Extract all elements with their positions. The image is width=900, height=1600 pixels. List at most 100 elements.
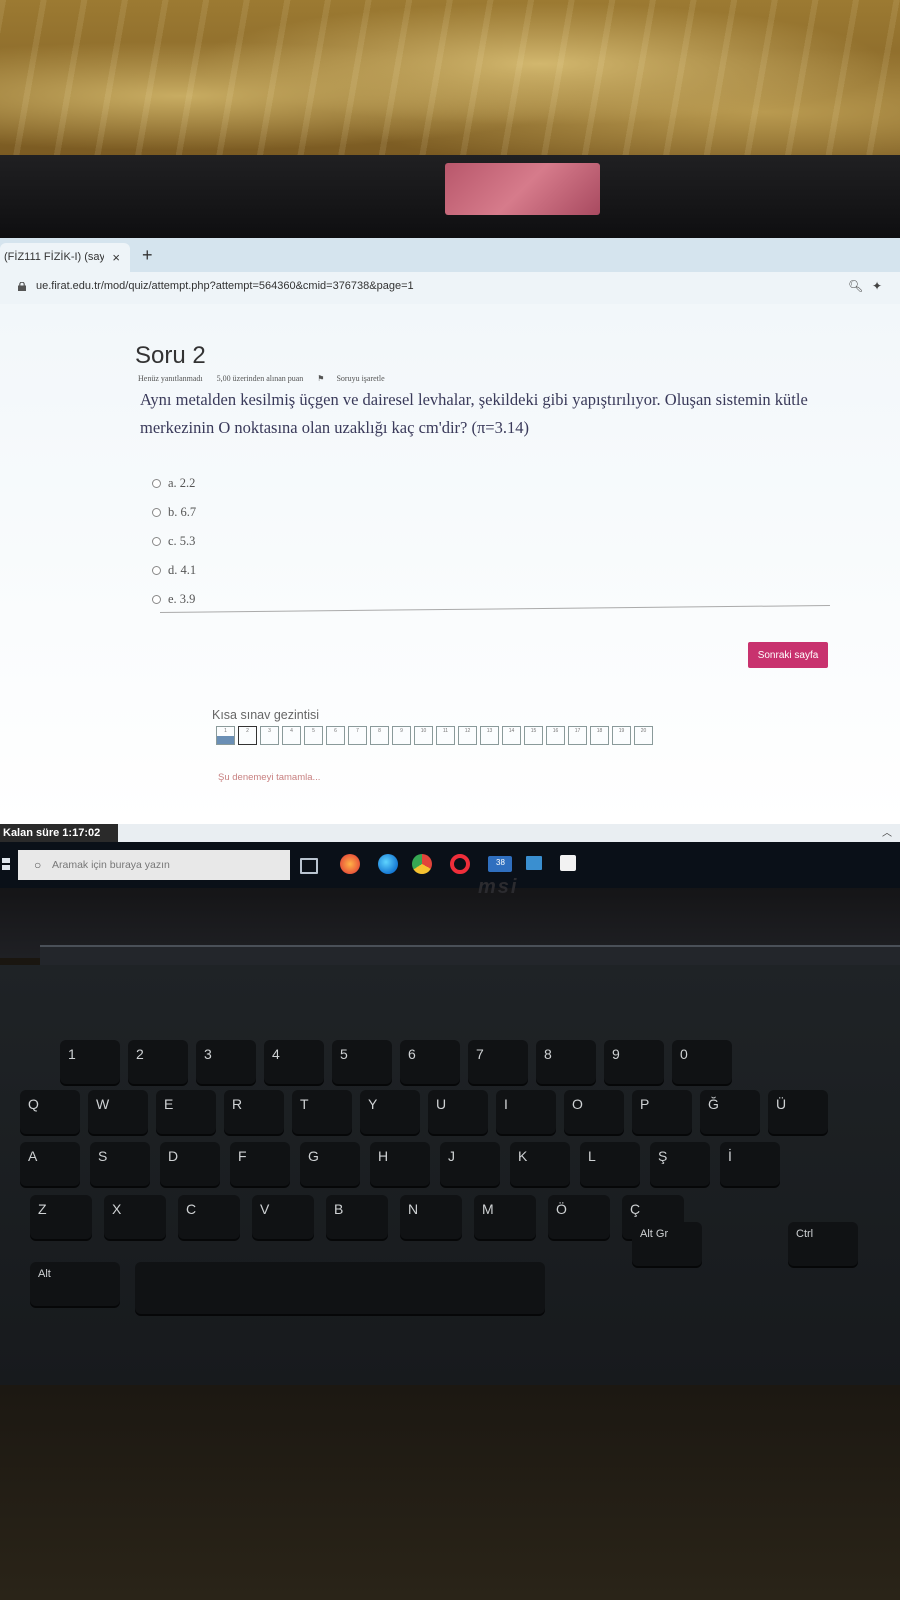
nav-question-button[interactable]: 5 (304, 726, 323, 745)
chrome-icon[interactable] (412, 854, 432, 874)
task-view-icon[interactable] (300, 858, 318, 874)
zoom-icon[interactable]: 🔍︎ (848, 279, 863, 293)
quiz-navigation-heading: Kısa sınav gezintisi (212, 708, 319, 722)
browser-tab-bar: (FİZ111 FİZİK-I) (sayf × + (0, 238, 900, 272)
flag-icon: ⚑ (317, 374, 325, 383)
option-label: b. 6.7 (168, 505, 197, 519)
keyboard-key: 3 (196, 1040, 256, 1084)
keyboard-key: J (440, 1142, 500, 1186)
desk-surface (0, 1385, 900, 1600)
keyboard-key: Ü (768, 1090, 828, 1134)
nav-question-button[interactable]: 16 (546, 726, 565, 745)
radio-icon[interactable] (152, 566, 161, 575)
keyboard-key: F (230, 1142, 290, 1186)
keyboard-key: 0 (672, 1040, 732, 1084)
keyboard-key: M (474, 1195, 536, 1239)
keyboard-key: H (370, 1142, 430, 1186)
close-icon[interactable]: × (112, 243, 120, 272)
keyboard-key: L (580, 1142, 640, 1186)
radio-icon[interactable] (152, 595, 161, 604)
nav-question-button[interactable]: 19 (612, 726, 631, 745)
option-label: d. 4.1 (168, 563, 197, 577)
option-label: a. 2.2 (168, 476, 196, 490)
keyboard-key: V (252, 1195, 314, 1239)
nav-question-button[interactable]: 10 (414, 726, 433, 745)
app-icon[interactable] (526, 856, 542, 870)
nav-question-button[interactable]: 20 (634, 726, 653, 745)
option-c[interactable]: c. 5.3 (152, 527, 196, 556)
radio-icon[interactable] (152, 508, 161, 517)
keyboard-key: Ctrl (788, 1222, 858, 1266)
nav-question-button[interactable]: 6 (326, 726, 345, 745)
keyboard-key: D (160, 1142, 220, 1186)
firefox-icon[interactable] (340, 854, 360, 874)
url-text[interactable]: ue.firat.edu.tr/mod/quiz/attempt.php?att… (36, 280, 414, 292)
radio-icon[interactable] (152, 479, 161, 488)
search-icon: ○ (34, 858, 42, 872)
windows-start-icon[interactable] (2, 858, 10, 870)
status-strip (118, 824, 900, 842)
finish-attempt-link[interactable]: Şu denemeyi tamamla... (218, 772, 320, 783)
option-b[interactable]: b. 6.7 (152, 498, 196, 527)
keyboard-key: E (156, 1090, 216, 1134)
nav-question-button[interactable]: 3 (260, 726, 279, 745)
keyboard-key: C (178, 1195, 240, 1239)
option-d[interactable]: d. 4.1 (152, 556, 196, 585)
option-label: c. 5.3 (168, 534, 196, 548)
edge-icon[interactable] (378, 854, 398, 874)
radio-icon[interactable] (152, 537, 161, 546)
brand-logo: msi (478, 876, 519, 898)
keyboard-key: 8 (536, 1040, 596, 1084)
curtain-pattern (0, 0, 900, 160)
nav-question-button[interactable]: 8 (370, 726, 389, 745)
keyboard-key: G (300, 1142, 360, 1186)
keyboard-key: Ö (548, 1195, 610, 1239)
nav-question-button[interactable]: 15 (524, 726, 543, 745)
keyboard-key: T (292, 1090, 352, 1134)
nav-question-button[interactable]: 7 (348, 726, 367, 745)
question-points: 5,00 üzerinden alınan puan (216, 374, 304, 383)
nav-question-button[interactable]: 2 (238, 726, 257, 745)
time-remaining: Kalan süre 1:17:02 (0, 824, 121, 842)
next-page-button[interactable]: Sonraki sayfa (748, 642, 828, 668)
nav-question-button[interactable]: 4 (282, 726, 301, 745)
new-tab-button[interactable]: + (142, 243, 153, 267)
store-icon[interactable] (560, 855, 576, 871)
nav-question-button[interactable]: 1 (216, 726, 235, 745)
quiz-navigation-grid: 1 2 3 4 5 6 7 8 9 10 11 12 13 14 15 16 1… (216, 726, 653, 745)
nav-question-button[interactable]: 9 (392, 726, 411, 745)
opera-icon[interactable] (450, 854, 470, 874)
keyboard-key: R (224, 1090, 284, 1134)
space-key (135, 1262, 545, 1314)
taskbar-search-input[interactable]: Aramak için buraya yazın (18, 850, 290, 880)
extension-icon[interactable]: ✦ (872, 279, 882, 293)
keyboard-key: 7 (468, 1040, 528, 1084)
divider (159, 604, 830, 613)
keyboard-key: A (20, 1142, 80, 1186)
option-e[interactable]: e. 3.9 (152, 585, 196, 614)
windows-taskbar: Aramak için buraya yazın ○ 38 (0, 842, 900, 888)
nav-question-button[interactable]: 17 (568, 726, 587, 745)
keyboard-key: B (326, 1195, 388, 1239)
nav-question-button[interactable]: 13 (480, 726, 499, 745)
keyboard-key: İ (720, 1142, 780, 1186)
nav-question-button[interactable]: 11 (436, 726, 455, 745)
keyboard-key: P (632, 1090, 692, 1134)
nav-question-button[interactable]: 18 (590, 726, 609, 745)
address-bar[interactable]: ue.firat.edu.tr/mod/quiz/attempt.php?att… (0, 272, 900, 305)
flag-question[interactable]: ⚑ Soruyu işaretle (317, 374, 396, 383)
keyboard-key: I (496, 1090, 556, 1134)
keyboard-key: Alt (30, 1262, 120, 1306)
keyboard-key: N (400, 1195, 462, 1239)
keyboard-key: 2 (128, 1040, 188, 1084)
mail-icon[interactable]: 38 (488, 856, 512, 872)
keyboard-key: Ş (650, 1142, 710, 1186)
keyboard-key: Alt Gr (632, 1222, 702, 1266)
option-a[interactable]: a. 2.2 (152, 469, 196, 498)
keyboard-key: Y (360, 1090, 420, 1134)
nav-question-button[interactable]: 12 (458, 726, 477, 745)
question-status: Henüz yanıtlanmadı (138, 374, 203, 383)
chevron-up-icon[interactable]: ︿ (882, 824, 892, 839)
nav-question-button[interactable]: 14 (502, 726, 521, 745)
browser-tab[interactable]: (FİZ111 FİZİK-I) (sayf × (0, 243, 130, 272)
